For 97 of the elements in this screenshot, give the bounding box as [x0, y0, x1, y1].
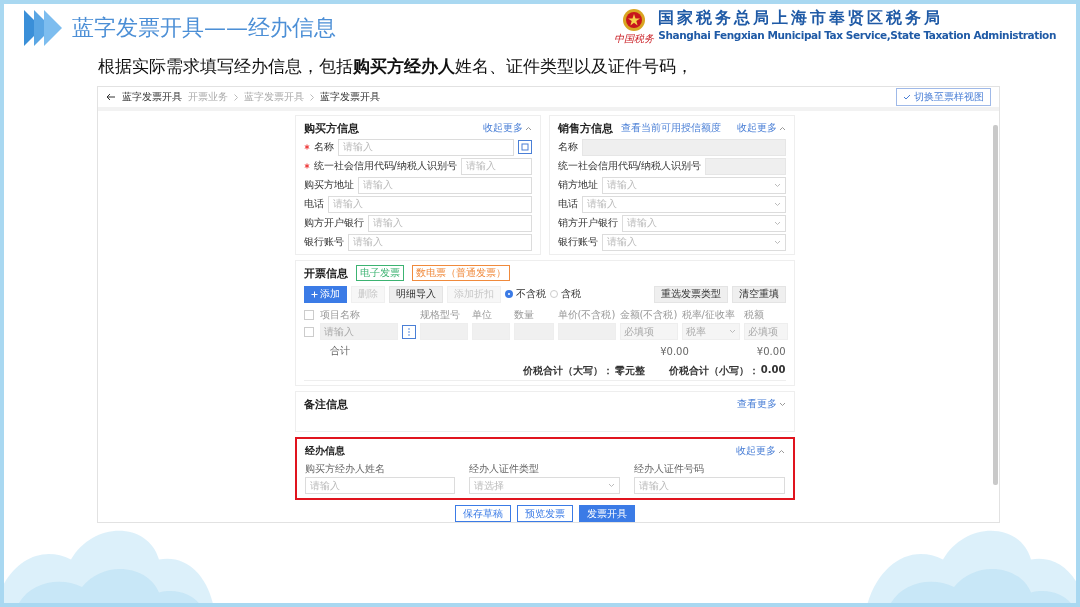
toolbar-button[interactable]: 添加	[303, 285, 347, 303]
more-button[interactable]	[401, 324, 416, 339]
total-label: 合计	[329, 344, 350, 358]
square-icon	[520, 143, 529, 151]
toolbar-button[interactable]: 重选发票类型	[653, 285, 728, 303]
select-field[interactable]: 请选择	[469, 477, 620, 494]
dots-icon	[407, 327, 410, 336]
column-header: 项目名称	[319, 308, 361, 322]
input-cell[interactable]: 请输入	[319, 323, 398, 340]
select-field[interactable]: 请输入	[581, 195, 786, 213]
collapse-link[interactable]: 收起更多	[736, 121, 786, 135]
chevron-down-icon	[773, 201, 781, 207]
row-checkbox[interactable]	[303, 326, 314, 337]
breadcrumb-link[interactable]: 开票业务	[188, 90, 228, 104]
credit-link[interactable]: 查看当前可用授信额度	[620, 121, 721, 135]
chevron-down-icon	[773, 239, 781, 245]
section-title: 销售方信息	[557, 120, 613, 136]
breadcrumb-link[interactable]: 蓝字发票开具	[244, 90, 304, 104]
summary-label: 价税合计（小写）：	[668, 364, 759, 378]
summary-value: 0.00	[760, 364, 786, 377]
field-label: 经办人证件类型	[469, 462, 541, 476]
column-header: 税额	[743, 308, 765, 322]
field-label: 电话	[303, 197, 324, 211]
slide-title: 蓝字发票开具——经办信息	[72, 14, 336, 42]
field-label: 名称	[313, 140, 334, 154]
column-header: 单位	[471, 308, 493, 322]
emblem-icon	[621, 8, 648, 32]
collapse-link[interactable]: 收起更多	[735, 444, 785, 458]
input-field[interactable]: 请输入	[304, 477, 456, 494]
column-header: 数量	[513, 308, 535, 322]
input-field[interactable]: 请输入	[367, 214, 532, 232]
summary-label: 价税合计（大写）：	[522, 364, 613, 378]
section-title: 备注信息	[303, 396, 348, 412]
section-title: 购买方信息	[303, 120, 359, 136]
invoice-tag: 电子发票	[355, 265, 404, 281]
invoice-tag: 数电票（普通发票）	[411, 265, 510, 281]
switch-view-button[interactable]: 切换至票样视图	[896, 88, 991, 106]
check-icon	[903, 94, 911, 100]
select-all-checkbox[interactable]	[303, 310, 314, 320]
summary-value: 零元整	[614, 364, 645, 378]
chevron-down-icon	[773, 220, 781, 226]
field-label: 购买方经办人姓名	[304, 462, 386, 476]
field-label: 统一社会信用代码/纳税人识别号	[557, 159, 701, 173]
slide-subtitle: 根据实际需求填写经办信息，包括购买方经办人姓名、证件类型以及证件号码，	[97, 55, 694, 78]
tax-radio[interactable]: 含税	[549, 287, 581, 301]
select-field[interactable]: 请输入	[601, 176, 786, 194]
chevron-down-icon	[607, 483, 615, 488]
back-arrow-icon[interactable]	[106, 93, 116, 101]
total-amount: ¥0.00	[660, 345, 689, 357]
column-header: 单价(不含税)	[557, 308, 616, 322]
chevron-down-icon	[773, 182, 781, 188]
chevron-down-icon	[728, 329, 736, 334]
input-field[interactable]: 请输入	[633, 477, 785, 494]
footer-button[interactable]: 发票开具	[578, 505, 635, 522]
logo-text: 中国税务	[614, 32, 655, 46]
field-label: 销方地址	[557, 178, 598, 192]
tax-radio[interactable]: 不含税	[504, 287, 546, 301]
footer-button[interactable]: 保存草稿	[454, 505, 511, 522]
field-label: 统一社会信用代码/纳税人识别号	[313, 159, 457, 173]
input-field[interactable]: 请输入	[357, 176, 532, 194]
toolbar-button[interactable]: 清空重填	[731, 285, 786, 303]
input-field[interactable]: 请输入	[460, 157, 532, 175]
expand-link[interactable]: 查看更多	[736, 397, 786, 411]
field-label: 销方开户银行	[557, 216, 618, 230]
total-tax: ¥0.00	[756, 345, 786, 357]
scrollbar-thumb[interactable]	[992, 125, 998, 485]
column-header: 税率/征收率	[681, 308, 736, 322]
field-label: 购买方地址	[303, 178, 354, 192]
field-label: 银行账号	[303, 235, 344, 249]
organization-english-name: Shanghai Fengxian Municipal Tax Service,State Taxation Administration	[658, 29, 1056, 41]
page-title: 蓝字发票开具	[122, 90, 182, 104]
breadcrumb-link[interactable]: 蓝字发票开具	[320, 90, 380, 104]
breadcrumb-chevron-icon	[310, 93, 314, 101]
picker-button[interactable]	[517, 140, 532, 154]
field-label: 电话	[557, 197, 578, 211]
plus-icon	[310, 290, 318, 298]
select-field[interactable]: 请输入	[621, 214, 786, 232]
collapse-link[interactable]: 收起更多	[482, 121, 532, 135]
input-field[interactable]: 请输入	[327, 195, 532, 213]
breadcrumb-chevron-icon	[234, 93, 238, 101]
field-label: 银行账号	[557, 235, 598, 249]
footer-button[interactable]: 预览发票	[516, 505, 573, 522]
field-label: 购方开户银行	[303, 216, 364, 230]
field-label: 经办人证件号码	[633, 462, 705, 476]
readonly-cell: 必填项	[619, 323, 678, 340]
organization-name: 国家税务总局上海市奉贤区税务局	[658, 8, 945, 29]
toolbar-button[interactable]: 明细导入	[388, 285, 443, 303]
field-label: 名称	[557, 140, 578, 154]
input-field[interactable]: 请输入	[337, 138, 514, 156]
column-header: 金额(不含税)	[619, 308, 678, 322]
section-title: 经办信息	[304, 444, 345, 458]
select-field[interactable]: 请输入	[601, 233, 786, 251]
section-title: 开票信息	[303, 265, 348, 281]
readonly-cell: 必填项	[743, 323, 788, 340]
input-field[interactable]: 请输入	[347, 233, 532, 251]
column-header: 规格型号	[419, 308, 461, 322]
select-cell[interactable]: 税率	[681, 323, 740, 340]
